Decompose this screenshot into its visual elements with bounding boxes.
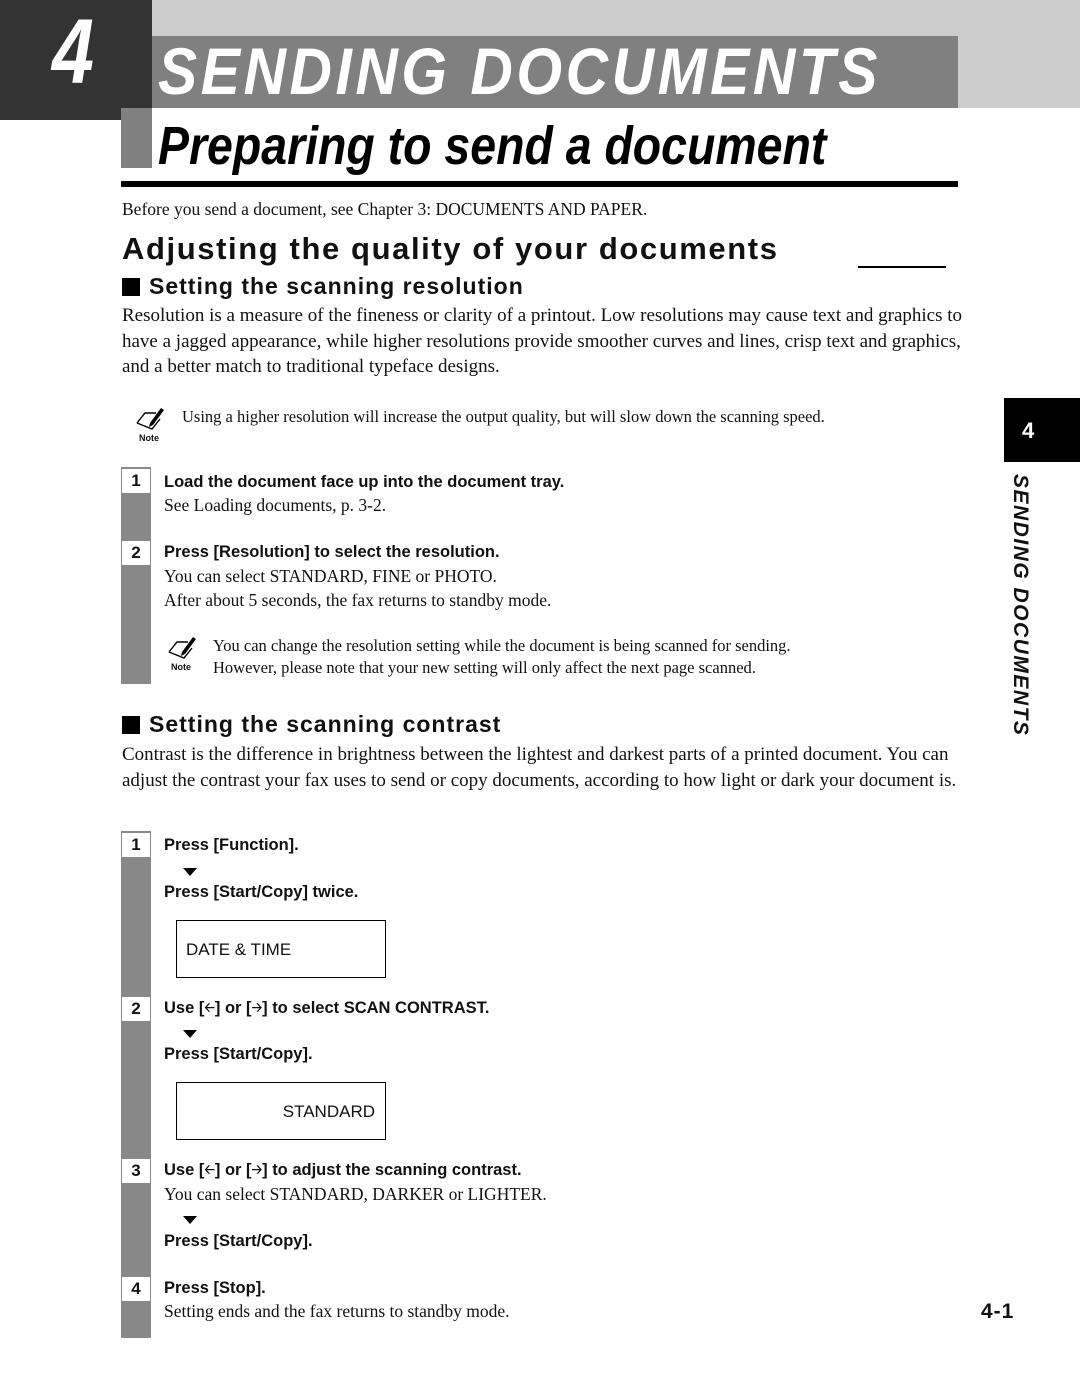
step-body: You can select STANDARD, DARKER or LIGHT… — [164, 1184, 547, 1204]
step-number: 4 — [121, 1276, 151, 1302]
next-arrow-icon — [183, 868, 197, 876]
resolution-note: Note — [134, 405, 168, 445]
square-bullet-icon — [122, 715, 140, 734]
step-number: 1 — [121, 832, 151, 858]
note-pencil-icon: Note — [166, 634, 200, 674]
note-label: Note — [139, 433, 159, 443]
square-bullet-icon — [122, 277, 140, 296]
page-title: Preparing to send a document — [158, 116, 827, 176]
step-title: Use [🡠] or [🡢] to select SCAN CONTRAST. — [164, 999, 489, 1021]
section-heading-rule — [858, 266, 946, 268]
step-body: After about 5 seconds, the fax returns t… — [164, 590, 552, 610]
step-body: Setting ends and the fax returns to stan… — [164, 1301, 510, 1321]
lcd-text: STANDARD — [282, 1102, 375, 1121]
step-title: Press [Start/Copy] twice. — [164, 883, 359, 901]
resolution-heading: Setting the scanning resolution — [122, 273, 524, 301]
step-title: Press [Stop]. — [164, 1279, 266, 1297]
lcd-display: STANDARD — [176, 1082, 386, 1140]
step-title: Press [Start/Copy]. — [164, 1045, 313, 1063]
chapter-side-label-text: SENDING DOCUMENTS — [1009, 474, 1032, 737]
step-title: Use [🡠] or [🡢] to adjust the scanning co… — [164, 1161, 522, 1183]
step-body: See Loading documents, p. 3-2. — [164, 495, 387, 515]
note-pencil-icon: Note — [134, 405, 168, 445]
left-arrow-icon: 🡠 — [204, 1000, 215, 1015]
resolution-note-text: Using a higher resolution will increase … — [182, 407, 825, 426]
step-number: 1 — [121, 468, 151, 494]
steps-bar — [121, 831, 151, 1338]
chapter-tab[interactable]: 4 — [1004, 398, 1080, 462]
page-number: 4-1 — [981, 1300, 1015, 1323]
step-number: 2 — [121, 996, 151, 1022]
chapter-tab-number: 4 — [1022, 418, 1035, 443]
resolution-heading-text: Setting the scanning resolution — [149, 273, 524, 299]
steps-bar — [121, 467, 151, 684]
lcd-text: DATE & TIME — [186, 940, 292, 959]
step-title: Press [Resolution] to select the resolut… — [164, 543, 500, 561]
intro-text: Before you send a document, see Chapter … — [122, 199, 648, 219]
section-heading: Adjusting the quality of your documents — [122, 231, 779, 266]
contrast-heading: Setting the scanning contrast — [122, 711, 501, 739]
title-underline — [121, 181, 958, 187]
note-label: Note — [171, 662, 191, 672]
left-arrow-icon: 🡠 — [204, 1162, 215, 1177]
right-arrow-icon: 🡢 — [251, 1162, 263, 1177]
step-note: Note — [166, 634, 200, 674]
next-arrow-icon — [183, 1216, 197, 1224]
chapter-number: 4 — [52, 1, 94, 103]
lcd-display: DATE & TIME — [176, 920, 386, 978]
contrast-paragraph: Contrast is the difference in brightness… — [122, 744, 957, 791]
header-accent-strip — [121, 108, 152, 168]
right-arrow-icon: 🡢 — [251, 1000, 263, 1015]
chapter-side-label: SENDING DOCUMENTS — [1008, 474, 1038, 794]
step-number: 3 — [121, 1158, 151, 1184]
step-note-line: You can change the resolution setting wh… — [213, 636, 791, 655]
resolution-paragraph: Resolution is a measure of the fineness … — [122, 305, 963, 377]
step-title: Load the document face up into the docum… — [164, 473, 565, 491]
next-arrow-icon — [183, 1030, 197, 1038]
step-number: 2 — [121, 540, 151, 566]
step-title: Press [Start/Copy]. — [164, 1232, 313, 1250]
chapter-title: SENDING DOCUMENTS — [158, 34, 882, 108]
step-note-line: However, please note that your new setti… — [213, 658, 756, 677]
step-title: Press [Function]. — [164, 836, 299, 854]
contrast-heading-text: Setting the scanning contrast — [149, 711, 502, 737]
step-body: You can select STANDARD, FINE or PHOTO. — [164, 566, 497, 586]
